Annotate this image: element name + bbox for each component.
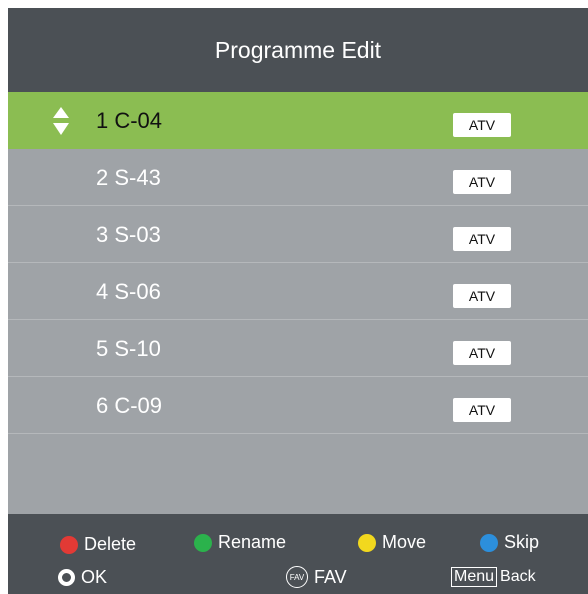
blue-button-icon — [480, 533, 498, 552]
ok-hint[interactable]: OK — [58, 567, 107, 588]
programme-type-badge: ATV — [453, 284, 511, 308]
rename-label: Rename — [218, 532, 287, 552]
page-title: Programme Edit — [8, 8, 588, 92]
back-hint[interactable]: Menu Back — [451, 567, 536, 587]
fav-label: FAV — [314, 566, 347, 587]
programme-row[interactable]: 1 C-04 ATV — [8, 92, 588, 149]
programme-edit-panel: Programme Edit 1 C-04 ATV 2 S-43 ATV 3 S… — [8, 8, 588, 594]
green-button-icon — [194, 533, 212, 552]
programme-row[interactable]: 6 C-09 ATV — [8, 377, 588, 434]
move-hint[interactable]: Move — [358, 532, 426, 553]
programme-name: 6 C-09 — [96, 393, 163, 418]
programme-row[interactable]: 4 S-06 ATV — [8, 263, 588, 320]
key-hint-bar: Delete Rename Move Skip OK FAV FAV Menu … — [8, 514, 588, 594]
programme-row[interactable]: 2 S-43 ATV — [8, 149, 588, 206]
programme-type-badge: ATV — [453, 113, 511, 137]
programme-type-badge: ATV — [453, 227, 511, 251]
programme-type-badge: ATV — [453, 170, 511, 194]
programme-name: 5 S-10 — [96, 336, 161, 361]
move-label: Move — [382, 532, 427, 552]
programme-name: 2 S-43 — [96, 165, 161, 190]
fav-button-icon: FAV — [286, 566, 308, 588]
delete-label: Delete — [84, 534, 137, 554]
delete-hint[interactable]: Delete — [60, 534, 136, 555]
skip-hint[interactable]: Skip — [480, 532, 539, 553]
back-label: Back — [500, 568, 536, 585]
programme-list: 1 C-04 ATV 2 S-43 ATV 3 S-03 ATV 4 S-06 … — [8, 92, 588, 434]
programme-name: 1 C-04 — [96, 108, 163, 133]
skip-label: Skip — [504, 532, 540, 552]
rename-hint[interactable]: Rename — [194, 532, 286, 553]
yellow-button-icon — [358, 533, 376, 552]
ok-button-icon — [58, 569, 75, 586]
red-button-icon — [60, 535, 78, 554]
programme-row[interactable]: 5 S-10 ATV — [8, 320, 588, 377]
menu-key-icon: Menu — [451, 567, 498, 587]
up-down-arrow-icon — [53, 107, 69, 135]
ok-label: OK — [81, 567, 108, 587]
programme-row[interactable]: 3 S-03 ATV — [8, 206, 588, 263]
programme-type-badge: ATV — [453, 341, 511, 365]
programme-name: 3 S-03 — [96, 222, 161, 247]
programme-name: 4 S-06 — [96, 279, 161, 304]
programme-type-badge: ATV — [453, 398, 511, 422]
fav-hint[interactable]: FAV FAV — [286, 566, 347, 588]
